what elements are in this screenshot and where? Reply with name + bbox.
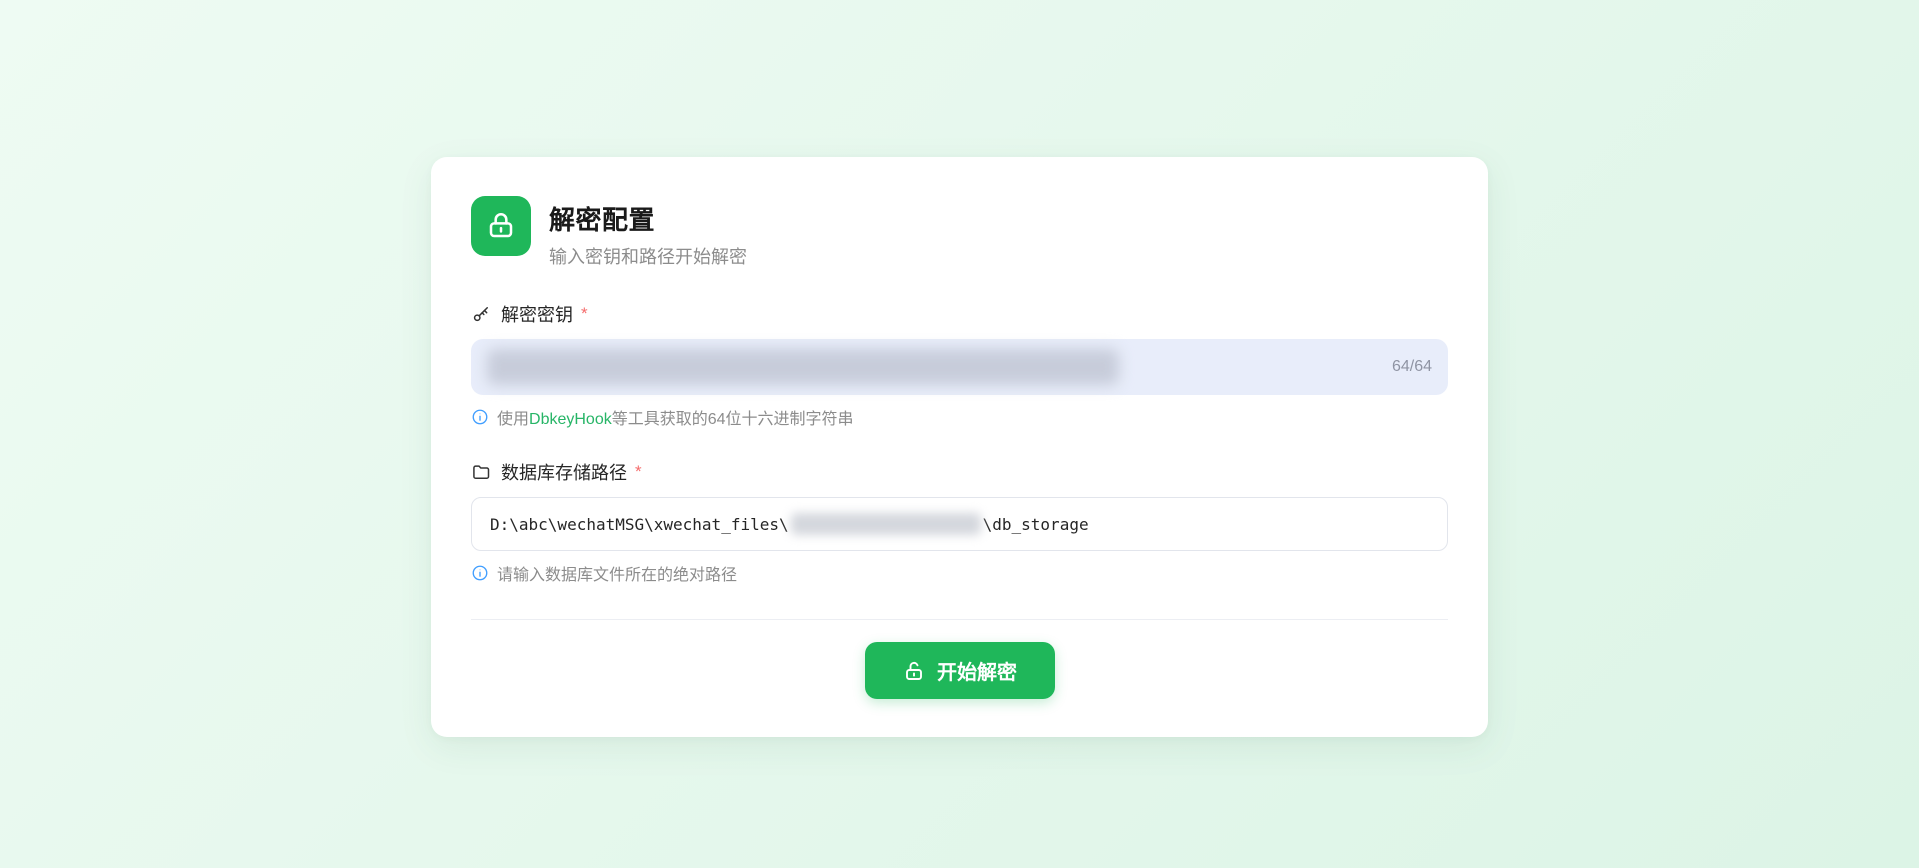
key-icon — [471, 304, 491, 324]
path-field-label-text: 数据库存储路径 — [501, 459, 627, 485]
path-suffix: \db_storage — [983, 515, 1089, 534]
start-decrypt-label: 开始解密 — [937, 656, 1017, 685]
page-subtitle: 输入密钥和路径开始解密 — [549, 243, 747, 269]
info-icon — [471, 564, 489, 582]
divider — [471, 619, 1448, 620]
char-counter: 64/64 — [1392, 358, 1432, 376]
decrypt-config-card: 解密配置 输入密钥和路径开始解密 解密密钥 * 64/64 — [431, 157, 1488, 737]
key-help-text: 使用DbkeyHook等工具获取的64位十六进制字符串 — [497, 405, 854, 429]
page-background: 解密配置 输入密钥和路径开始解密 解密密钥 * 64/64 — [0, 0, 1919, 868]
folder-icon — [471, 462, 491, 482]
redacted-key-value — [487, 349, 1119, 385]
path-help-row: 请输入数据库文件所在的绝对路径 — [471, 561, 1448, 585]
required-marker: * — [635, 462, 642, 482]
unlock-icon — [902, 659, 926, 683]
decrypt-key-input[interactable]: 64/64 — [471, 339, 1448, 395]
key-field-label-text: 解密密钥 — [501, 301, 573, 327]
redacted-path-segment — [791, 513, 981, 535]
header-text: 解密配置 输入密钥和路径开始解密 — [549, 196, 747, 269]
key-field-section: 解密密钥 * 64/64 使用DbkeyHook等工具获取的64位十六进制字符串 — [471, 301, 1448, 429]
card-header: 解密配置 输入密钥和路径开始解密 — [471, 196, 1448, 269]
key-help-row: 使用DbkeyHook等工具获取的64位十六进制字符串 — [471, 405, 1448, 429]
path-field-section: 数据库存储路径 * D:\abc\wechatMSG\xwechat_files… — [471, 459, 1448, 585]
path-prefix: D:\abc\wechatMSG\xwechat_files\ — [490, 515, 789, 534]
required-marker: * — [581, 304, 588, 324]
start-decrypt-button[interactable]: 开始解密 — [865, 642, 1055, 699]
db-path-input[interactable]: D:\abc\wechatMSG\xwechat_files\ \db_stora… — [471, 497, 1448, 551]
key-field-label: 解密密钥 * — [471, 301, 1448, 327]
lock-icon — [471, 196, 531, 256]
button-row: 开始解密 — [471, 642, 1448, 699]
info-icon — [471, 408, 489, 426]
dbkeyhook-link[interactable]: DbkeyHook — [529, 411, 612, 428]
page-title: 解密配置 — [549, 200, 747, 237]
path-help-text: 请输入数据库文件所在的绝对路径 — [497, 561, 737, 585]
path-field-label: 数据库存储路径 * — [471, 459, 1448, 485]
